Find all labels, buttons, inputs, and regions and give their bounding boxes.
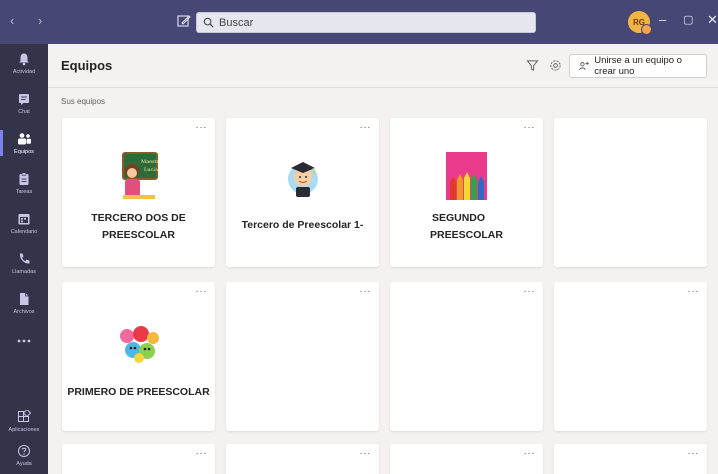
team-card[interactable]: ··· SEGUNDO PREESCOLAR xyxy=(390,118,543,267)
rail-item-label: Calendario xyxy=(10,229,38,235)
rail-item-label: Chat xyxy=(18,109,30,115)
teacher-chalkboard-image: Maestra Lucia xyxy=(122,152,159,199)
calendar-icon xyxy=(16,211,32,227)
team-name: SEGUNDO xyxy=(431,212,486,224)
minimize-icon[interactable]: – xyxy=(659,12,666,27)
team-name: Tercero de Preescolar 1- xyxy=(241,219,364,231)
rail-item-label: Archivos xyxy=(13,309,35,315)
graduate-boy-image xyxy=(288,162,318,197)
page-title: Equipos xyxy=(61,58,113,73)
file-icon xyxy=(16,291,32,307)
teams-icon xyxy=(16,131,32,147)
join-or-create-team-button[interactable]: Unirse a un equipo o crear uno xyxy=(569,54,707,78)
chat-icon xyxy=(16,91,32,107)
team-name: PREESCOLAR xyxy=(102,229,175,241)
more-options-icon[interactable]: ··· xyxy=(196,286,208,297)
apps-icon xyxy=(16,409,32,425)
more-options-icon[interactable]: ··· xyxy=(360,122,372,133)
more-options-icon[interactable]: ··· xyxy=(360,448,372,459)
svg-text:Maestra: Maestra xyxy=(141,159,159,165)
rail-item-actividad[interactable]: Actividad xyxy=(0,44,48,82)
main-content: Equipos Unirse a un equipo o crear uno S… xyxy=(48,44,718,474)
team-card[interactable]: ··· PRIMERO DE PREESCOLAR xyxy=(62,282,215,431)
more-options-icon[interactable]: ··· xyxy=(688,448,700,459)
more-options-icon[interactable]: ··· xyxy=(524,122,536,133)
rail-item-equipos[interactable]: Equipos xyxy=(0,124,48,162)
team-card[interactable]: ··· xyxy=(62,444,215,474)
help-icon xyxy=(16,443,32,459)
rail-item-label: Actividad xyxy=(12,69,36,75)
more-options-icon[interactable]: ··· xyxy=(196,122,208,133)
more-options-icon[interactable]: ··· xyxy=(360,286,372,297)
rail-item-label: Aplicaciones xyxy=(8,427,40,433)
team-name: TERCERO DOS DE xyxy=(91,212,186,224)
team-card[interactable] xyxy=(554,118,707,267)
assignments-icon xyxy=(16,171,32,187)
team-card[interactable]: ··· xyxy=(554,444,707,474)
close-icon[interactable]: ✕ xyxy=(707,12,718,28)
more-options-icon[interactable]: ··· xyxy=(688,286,700,297)
rail-item-tareas[interactable]: Tareas xyxy=(0,164,48,202)
search-placeholder: Buscar xyxy=(219,16,254,29)
search-icon xyxy=(203,17,214,28)
team-card[interactable]: ··· Maestra Lucia TERCERO DOS DE PREESCO… xyxy=(62,118,215,267)
team-name: PREESCOLAR xyxy=(430,229,503,241)
search-input[interactable]: Buscar xyxy=(196,12,536,33)
more-options-icon[interactable]: ··· xyxy=(196,448,208,459)
rail-item-llamadas[interactable]: Llamadas xyxy=(0,244,48,282)
rail-item-archivos[interactable]: Archivos xyxy=(0,284,48,322)
more-options-icon[interactable]: ··· xyxy=(524,448,536,459)
section-label: Sus equipos xyxy=(61,97,106,106)
rail-item-label: Llamadas xyxy=(12,269,36,275)
rail-item-ayuda[interactable]: Ayuda xyxy=(0,436,48,474)
team-card[interactable]: ··· xyxy=(226,444,379,474)
nav-arrows[interactable]: ‹ › xyxy=(10,13,52,28)
join-button-label: Unirse a un equipo o crear uno xyxy=(594,55,682,77)
rail-item-label: Equipos xyxy=(14,149,34,155)
rail-item-calendario[interactable]: Calendario xyxy=(0,204,48,242)
teams-header: Equipos Unirse a un equipo o crear uno xyxy=(48,44,718,88)
team-card[interactable]: ··· Tercero de Preescolar 1- xyxy=(226,118,379,267)
more-icon xyxy=(16,333,32,349)
phone-icon xyxy=(16,251,32,267)
maximize-icon[interactable]: ▢ xyxy=(683,13,693,26)
rail-item-aplicaciones[interactable]: Aplicaciones xyxy=(0,402,48,440)
rail-item-label: Ayuda xyxy=(16,461,32,467)
cartoon-characters-image xyxy=(120,326,159,363)
filter-icon[interactable] xyxy=(526,59,539,72)
colored-pencils-image xyxy=(446,152,487,200)
rail-item-mas[interactable] xyxy=(0,322,48,360)
bell-icon xyxy=(16,51,32,67)
compose-icon[interactable] xyxy=(176,13,192,29)
team-name: PRIMERO DE PREESCOLAR xyxy=(67,386,210,398)
title-bar: ‹ › Buscar RG – ▢ ✕ xyxy=(0,0,718,44)
svg-text:Lucia: Lucia xyxy=(144,167,158,173)
team-card[interactable]: ··· xyxy=(390,282,543,431)
gear-icon[interactable] xyxy=(549,59,562,72)
more-options-icon[interactable]: ··· xyxy=(524,286,536,297)
rail-item-label: Tareas xyxy=(15,189,33,195)
rail-item-chat[interactable]: Chat xyxy=(0,84,48,122)
app-rail: Actividad Chat Equipos Tareas Calendario Llam… xyxy=(0,44,48,474)
team-card[interactable]: ··· xyxy=(554,282,707,431)
avatar[interactable]: RG xyxy=(628,11,652,35)
team-card[interactable]: ··· xyxy=(226,282,379,431)
add-team-icon xyxy=(579,61,589,70)
team-card[interactable]: ··· xyxy=(390,444,543,474)
